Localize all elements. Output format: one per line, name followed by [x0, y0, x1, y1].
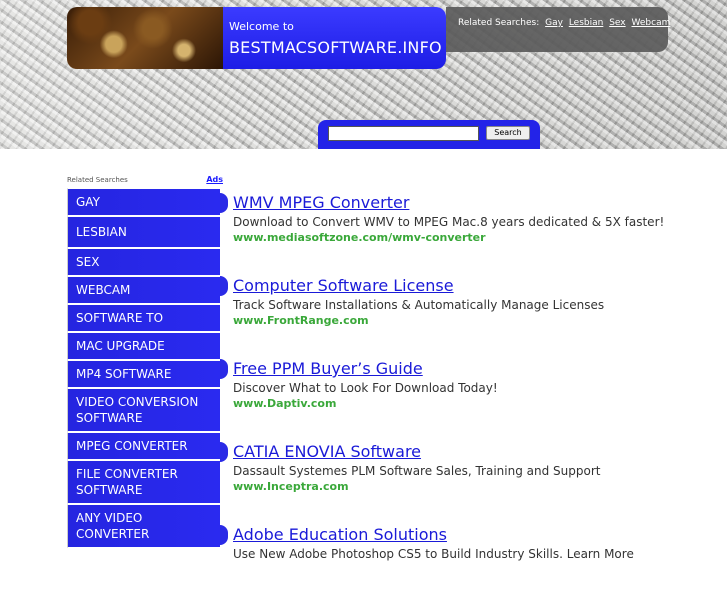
ad-title-link[interactable]: Free PPM Buyer’s Guide [233, 359, 725, 379]
ad-url-link[interactable]: www.FrontRange.com [233, 313, 725, 329]
sidebar-item-mpeg-converter[interactable]: MPEG CONVERTER [67, 432, 221, 460]
sidebar-title: Related Searches [67, 176, 128, 184]
related-searches-top: Related Searches: Gay Lesbian Sex Webcam [446, 7, 671, 52]
ad-url-link[interactable]: www.Daptiv.com [233, 396, 725, 412]
ad-bullet-icon [220, 359, 228, 379]
sidebar-item-video-conversion-software[interactable]: VIDEO CONVERSION SOFTWARE [67, 388, 221, 432]
sidebar-item-lesbian[interactable]: LESBIAN [67, 216, 221, 248]
ad-item: CATIA ENOVIA Software Dassault Systemes … [220, 442, 725, 522]
header-banner: Welcome to BESTMACSOFTWARE.INFO Related … [0, 0, 727, 149]
sidebar-list: GAY LESBIAN SEX WEBCAM SOFTWARE TO MAC U… [67, 188, 221, 548]
sidebar-item-mp4-software[interactable]: MP4 SOFTWARE [67, 360, 221, 388]
sidebar-item-gay[interactable]: GAY [67, 188, 221, 216]
header-photo [67, 7, 223, 69]
ad-title-link[interactable]: Adobe Education Solutions [233, 525, 725, 545]
related-link-gay[interactable]: Gay [545, 18, 563, 28]
search-input[interactable] [328, 126, 479, 141]
ad-description: Download to Convert WMV to MPEG Mac.8 ye… [233, 215, 665, 229]
sidebar-item-any-video-converter[interactable]: ANY VIDEO CONVERTER [67, 504, 221, 548]
ad-bullet-icon [220, 442, 228, 462]
sidebar-item-mac-upgrade[interactable]: MAC UPGRADE [67, 332, 221, 360]
ad-item: Adobe Education Solutions Use New Adobe … [220, 525, 725, 605]
ad-title-link[interactable]: WMV MPEG Converter [233, 193, 725, 213]
ad-title-link[interactable]: Computer Software License [233, 276, 725, 296]
welcome-box: Welcome to BESTMACSOFTWARE.INFO [223, 7, 446, 69]
ads-link[interactable]: Ads [206, 175, 223, 184]
ad-description: Discover What to Look For Download Today… [233, 381, 498, 395]
search-box: Search [318, 120, 540, 149]
ad-description: Track Software Installations & Automatic… [233, 298, 605, 312]
ad-bullet-icon [220, 193, 228, 213]
ad-title-link[interactable]: CATIA ENOVIA Software [233, 442, 725, 462]
ad-item: WMV MPEG Converter Download to Convert W… [220, 193, 725, 273]
sidebar-header: Related Searches Ads [67, 175, 223, 187]
sidebar-item-sex[interactable]: SEX [67, 248, 221, 276]
welcome-text: Welcome to [229, 20, 294, 33]
related-link-lesbian[interactable]: Lesbian [569, 18, 604, 28]
search-button[interactable]: Search [486, 126, 530, 140]
site-title: BESTMACSOFTWARE.INFO [229, 38, 442, 57]
ad-description: Dassault Systemes PLM Software Sales, Tr… [233, 464, 601, 478]
related-link-sex[interactable]: Sex [609, 18, 625, 28]
related-searches-label: Related Searches: [458, 18, 540, 28]
ad-description: Use New Adobe Photoshop CS5 to Build Ind… [233, 547, 634, 561]
related-link-webcam[interactable]: Webcam [632, 18, 671, 28]
sidebar-item-webcam[interactable]: WEBCAM [67, 276, 221, 304]
sponsored-results: WMV MPEG Converter Download to Convert W… [220, 190, 725, 605]
ad-bullet-icon [220, 525, 228, 545]
ad-item: Free PPM Buyer’s Guide Discover What to … [220, 359, 725, 439]
sidebar-item-file-converter-software[interactable]: FILE CONVERTER SOFTWARE [67, 460, 221, 504]
ad-url-link[interactable]: www.mediasoftzone.com/wmv-converter [233, 230, 725, 246]
sidebar-item-software-to[interactable]: SOFTWARE TO [67, 304, 221, 332]
ad-item: Computer Software License Track Software… [220, 276, 725, 356]
ad-url-link[interactable]: www.Inceptra.com [233, 479, 725, 495]
ad-bullet-icon [220, 276, 228, 296]
